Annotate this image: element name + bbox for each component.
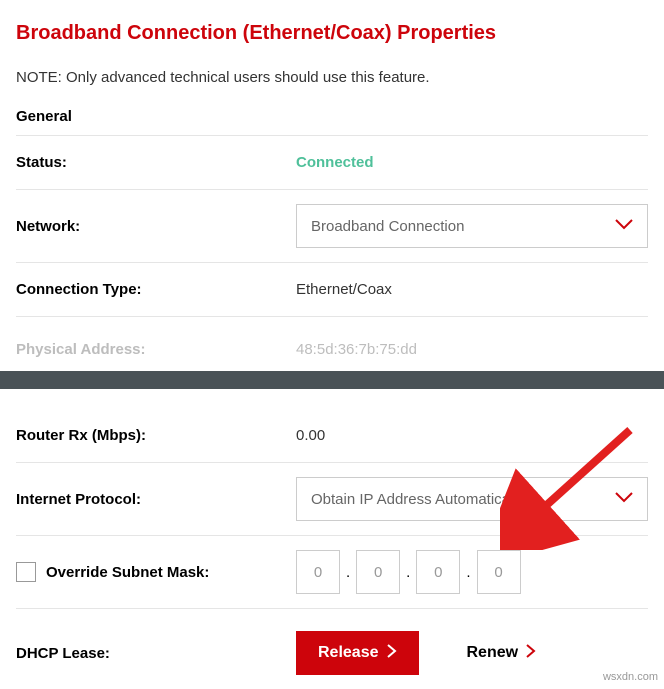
dot: . [406, 564, 410, 581]
dot: . [346, 564, 350, 581]
subnet-octet-3[interactable] [416, 550, 460, 594]
override-subnet-row: Override Subnet Mask: . . . [16, 536, 648, 609]
override-subnet-label: Override Subnet Mask: [46, 564, 209, 581]
note-text: NOTE: Only advanced technical users shou… [16, 69, 648, 86]
connection-type-value: Ethernet/Coax [296, 281, 648, 298]
subnet-octets: . . . [296, 550, 521, 594]
dhcp-lease-label: DHCP Lease: [16, 645, 296, 662]
network-select[interactable]: Broadband Connection [296, 204, 648, 248]
watermark: wsxdn.com [603, 671, 658, 683]
chevron-down-icon [615, 218, 633, 235]
dot: . [466, 564, 470, 581]
network-select-value: Broadband Connection [311, 218, 464, 235]
release-button[interactable]: Release [296, 631, 419, 675]
internet-protocol-select[interactable]: Obtain IP Address Automatically [296, 477, 648, 521]
status-label: Status: [16, 154, 296, 171]
divider-bar [0, 371, 664, 389]
status-row: Status: Connected [16, 136, 648, 190]
renew-button[interactable]: Renew [445, 631, 559, 675]
chevron-right-icon [387, 644, 397, 662]
physical-address-label: Physical Address: [16, 341, 296, 358]
network-row: Network: Broadband Connection [16, 190, 648, 263]
internet-protocol-label: Internet Protocol: [16, 491, 296, 508]
router-rx-row: Router Rx (Mbps): 0.00 [16, 409, 648, 463]
connection-type-label: Connection Type: [16, 281, 296, 298]
router-rx-value: 0.00 [296, 427, 648, 444]
network-label: Network: [16, 218, 296, 235]
chevron-right-icon [526, 644, 536, 662]
status-value: Connected [296, 154, 648, 171]
subnet-octet-4[interactable] [477, 550, 521, 594]
physical-address-value: 48:5d:36:7b:75:dd [296, 341, 648, 358]
subnet-octet-1[interactable] [296, 550, 340, 594]
subnet-octet-2[interactable] [356, 550, 400, 594]
connection-type-row: Connection Type: Ethernet/Coax [16, 263, 648, 317]
internet-protocol-select-value: Obtain IP Address Automatically [311, 491, 524, 508]
renew-button-label: Renew [467, 644, 519, 662]
dhcp-lease-row: DHCP Lease: Release Renew [16, 609, 648, 689]
chevron-down-icon [615, 491, 633, 508]
page-title: Broadband Connection (Ethernet/Coax) Pro… [16, 22, 648, 45]
general-header: General [16, 108, 648, 136]
override-subnet-checkbox[interactable] [16, 562, 36, 582]
internet-protocol-row: Internet Protocol: Obtain IP Address Aut… [16, 463, 648, 536]
release-button-label: Release [318, 644, 379, 662]
router-rx-label: Router Rx (Mbps): [16, 427, 296, 444]
physical-address-row: Physical Address: 48:5d:36:7b:75:dd [16, 317, 648, 371]
